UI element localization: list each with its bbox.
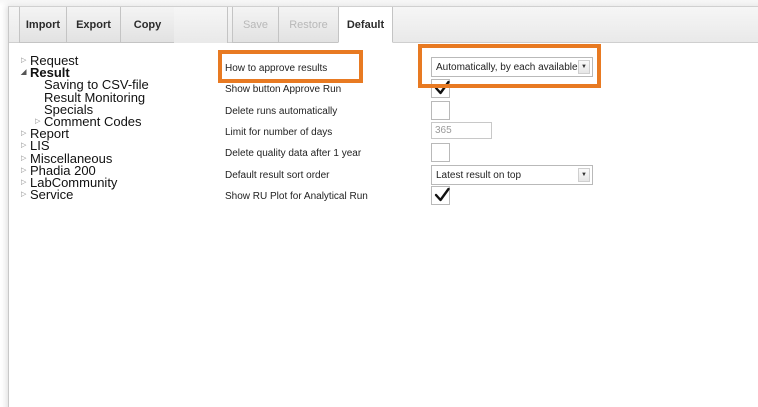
tree-expand-icon[interactable]: ▷ bbox=[21, 128, 29, 140]
approve-results-select-highlight bbox=[418, 44, 601, 88]
sort-order-select[interactable]: Latest result on top ▼ bbox=[431, 165, 593, 185]
delete-runs-label: Delete runs automatically bbox=[225, 106, 338, 117]
tree-expand-icon[interactable]: ▷ bbox=[21, 189, 29, 201]
tree-expand-icon[interactable]: ▷ bbox=[21, 55, 29, 67]
show-ru-plot-label: Show RU Plot for Analytical Run bbox=[225, 191, 368, 202]
toolbar-spacer bbox=[174, 7, 228, 43]
toolbar: Import Export Copy Save Restore Default bbox=[9, 7, 758, 43]
tree-expand-icon[interactable]: ▷ bbox=[21, 140, 29, 152]
settings-tree: ▷ Request ◢ Result Saving to CSV-file Resu… bbox=[21, 54, 149, 203]
tree-collapse-icon[interactable]: ◢ bbox=[21, 67, 29, 79]
limit-days-input[interactable]: 365 bbox=[431, 122, 492, 139]
tree-item-label: Service bbox=[30, 187, 74, 203]
save-button[interactable]: Save bbox=[232, 7, 279, 43]
limit-days-label: Limit for number of days bbox=[225, 127, 333, 138]
restore-button[interactable]: Restore bbox=[278, 7, 339, 43]
delete-quality-checkbox[interactable] bbox=[431, 143, 450, 162]
export-button[interactable]: Export bbox=[66, 7, 121, 43]
default-button[interactable]: Default bbox=[338, 7, 393, 43]
import-button[interactable]: Import bbox=[19, 7, 67, 43]
sort-order-value: Latest result on top bbox=[436, 169, 522, 181]
sort-order-label: Default result sort order bbox=[225, 170, 330, 181]
delete-runs-checkbox[interactable] bbox=[431, 101, 450, 120]
copy-button[interactable]: Copy bbox=[120, 7, 175, 43]
checkmark-icon bbox=[434, 187, 450, 202]
tree-expand-icon[interactable]: ▷ bbox=[21, 153, 29, 165]
tree-expand-icon[interactable]: ▷ bbox=[21, 177, 29, 189]
chevron-down-icon[interactable]: ▼ bbox=[578, 168, 590, 182]
tree-expand-icon[interactable]: ▷ bbox=[21, 165, 29, 177]
delete-quality-label: Delete quality data after 1 year bbox=[225, 148, 362, 159]
show-ru-plot-checkbox[interactable] bbox=[431, 186, 450, 205]
tree-item-service[interactable]: ▷ Service bbox=[21, 187, 149, 203]
show-approve-run-label: Show button Approve Run bbox=[225, 84, 342, 95]
approve-results-label-highlight bbox=[218, 50, 363, 83]
